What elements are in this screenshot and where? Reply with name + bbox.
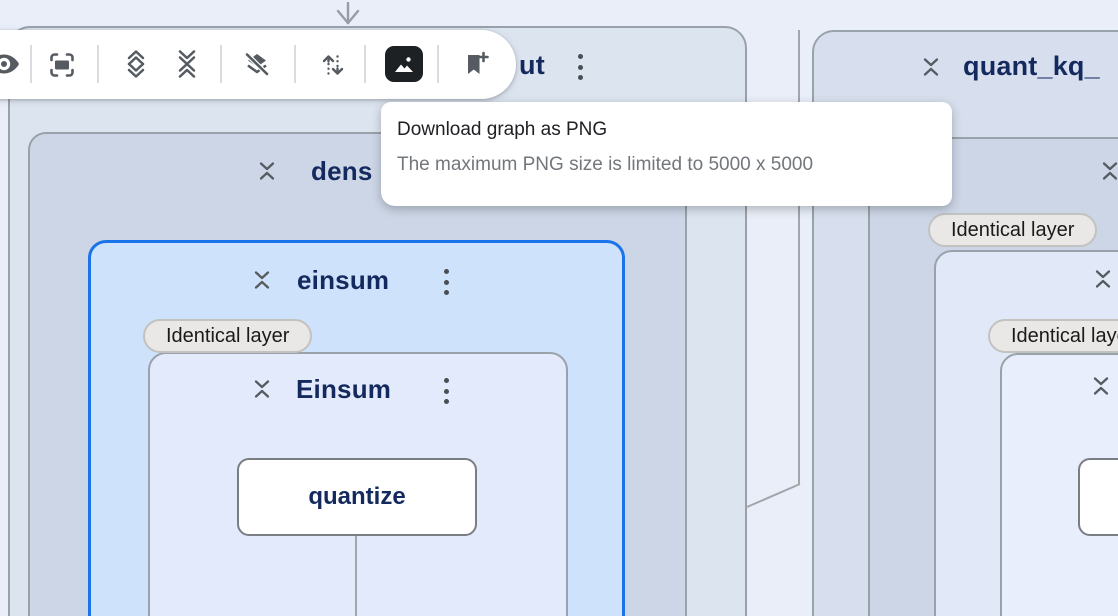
collapse-layer-icon[interactable]: [1099, 160, 1118, 182]
tooltip-title: Download graph as PNG: [397, 119, 936, 141]
op-node-label: quantize: [308, 483, 405, 511]
toolbar-separator: [220, 45, 222, 83]
flatten-layers-icon[interactable]: [244, 51, 270, 77]
layer-title-einsum-inner: Einsum: [296, 374, 391, 405]
graph-edge-vertical-gap: [798, 30, 800, 484]
collapse-layer-icon[interactable]: [1092, 268, 1114, 290]
layer-menu-kebab-icon[interactable]: [577, 53, 584, 81]
fit-graph-to-screen-icon[interactable]: [49, 52, 75, 78]
layer-title-outer-left: ut: [519, 50, 545, 81]
visibility-icon[interactable]: [0, 51, 20, 77]
identical-layer-badge: Identical layer: [928, 213, 1097, 247]
toolbar-separator: [364, 45, 366, 83]
graph-edge-below-quantize: [355, 536, 357, 616]
layer-title-einsum: einsum: [297, 265, 389, 296]
download-png-tooltip: Download graph as PNG The maximum PNG si…: [381, 102, 952, 206]
edge-arrowhead-down-icon: [334, 2, 362, 26]
collapse-all-layers-icon[interactable]: [174, 50, 200, 78]
layer-title-dens: dens: [311, 156, 372, 187]
collapse-layer-icon[interactable]: [251, 269, 273, 291]
op-node-quantize[interactable]: quantize: [237, 458, 477, 536]
add-bookmark-icon[interactable]: [463, 51, 489, 77]
identical-layer-badge: Identical layer: [143, 319, 312, 353]
toolbar-separator: [97, 45, 99, 83]
layer-menu-kebab-icon[interactable]: [443, 268, 450, 296]
model-graph-canvas[interactable]: quantize Identical layer Identical layer…: [0, 0, 1118, 616]
layer-title-quant-kq: quant_kq_: [963, 51, 1100, 82]
toolbar-separator: [294, 45, 296, 83]
collapse-layer-icon[interactable]: [256, 160, 278, 182]
toolbar-separator: [30, 45, 32, 83]
collapse-layer-icon[interactable]: [1090, 375, 1112, 397]
expand-all-layers-icon[interactable]: [123, 50, 149, 78]
download-png-icon[interactable]: [385, 46, 423, 82]
op-node-right-partial[interactable]: [1078, 458, 1118, 536]
collapse-layer-icon[interactable]: [920, 56, 942, 78]
relayout-graph-icon[interactable]: [320, 52, 346, 78]
graph-edge-diagonal: [746, 478, 802, 510]
collapse-layer-icon[interactable]: [251, 378, 273, 400]
identical-layer-badge: Identical layer: [988, 319, 1118, 353]
layer-menu-kebab-icon[interactable]: [443, 377, 450, 405]
tooltip-subtitle: The maximum PNG size is limited to 5000 …: [397, 154, 936, 176]
graph-toolbar: [0, 30, 516, 99]
toolbar-separator: [437, 45, 439, 83]
